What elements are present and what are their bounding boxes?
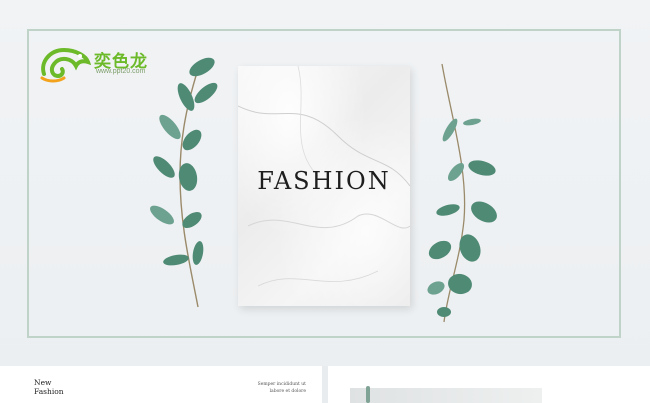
thumbnail-image bbox=[350, 388, 542, 403]
thumbnail-heading-line2: Fashion bbox=[34, 387, 64, 396]
left-eucalyptus-branch bbox=[150, 57, 218, 308]
thumbnail-heading: New Fashion bbox=[34, 378, 64, 396]
cover-title: FASHION bbox=[257, 167, 391, 195]
thumbnail-note-line1: Semper incididunt ut bbox=[257, 382, 306, 387]
hero-slide: 奕色龙 www.ppt20.com FASHION bbox=[0, 0, 650, 366]
right-eucalyptus-branch bbox=[427, 63, 497, 323]
thumbnail-note: Semper incididunt ut labore et dolore bbox=[246, 381, 306, 395]
thumbnail-leaf bbox=[366, 386, 370, 403]
thumbnail-heading-line1: New bbox=[34, 378, 52, 387]
thumbnail-note-line2: labore et dolore bbox=[269, 389, 306, 394]
brand-url: www.ppt20.com bbox=[96, 68, 146, 75]
chameleon-icon bbox=[40, 47, 92, 83]
thumbnail-right[interactable] bbox=[328, 366, 650, 403]
fashion-magazine-cover: FASHION bbox=[238, 66, 410, 306]
thumbnail-left[interactable]: New Fashion Semper incididunt ut labore … bbox=[0, 366, 322, 403]
